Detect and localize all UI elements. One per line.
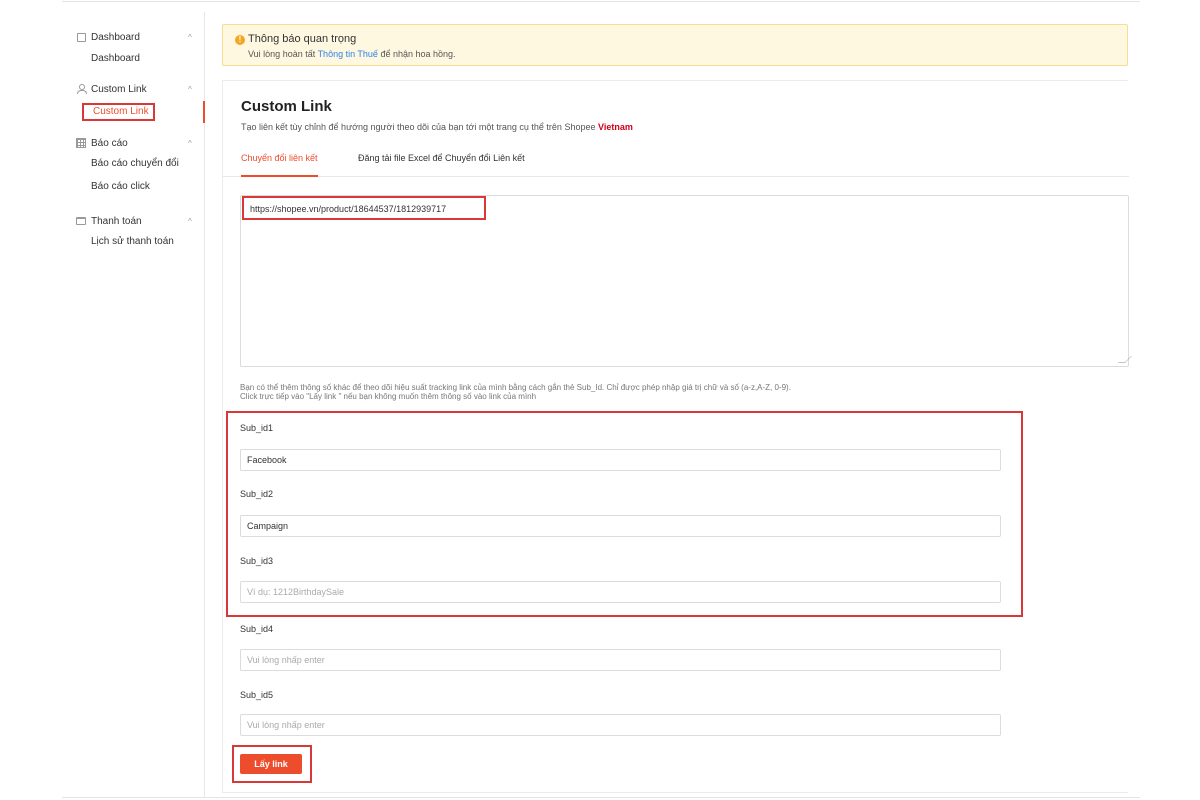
sub-id1-input[interactable]: Facebook [240, 449, 1001, 471]
chevron-up-icon: ^ [188, 32, 192, 42]
sidebar-item-custom-link[interactable]: Custom Link [82, 103, 155, 121]
sidebar-group-custom-link[interactable]: Custom Link ^ [76, 82, 192, 96]
hint-line-2: Click trực tiếp vào "Lấy link " nếu bạn … [240, 392, 537, 401]
sidebar-item-dashboard[interactable]: Dashboard [91, 52, 140, 66]
dashboard-icon [76, 32, 86, 42]
chevron-up-icon: ^ [188, 216, 192, 226]
tax-info-link[interactable]: Thông tin Thuế [318, 49, 378, 59]
top-divider [62, 1, 1140, 2]
custom-link-panel: Custom Link Tạo liên kết tùy chỉnh để hư… [222, 80, 1132, 793]
page-subtitle: Tạo liên kết tùy chỉnh để hướng người th… [241, 122, 633, 132]
sub-id4-label: Sub_id4 [240, 624, 274, 634]
sub-id-hint: Bạn có thể thêm thông số khác để theo dõ… [240, 383, 791, 401]
brand-label: Vietnam [597, 122, 633, 132]
url-textarea[interactable]: https://shopee.vn/product/18644537/18129… [240, 195, 1132, 367]
sub-id1-label: Sub_id1 [240, 423, 274, 433]
url-value: https://shopee.vn/product/18644537/18129… [242, 196, 486, 220]
sub-id3-input[interactable]: Ví dụ: 1212BirthdaySale [240, 581, 1001, 603]
page-title: Custom Link [241, 98, 332, 115]
sidebar-item-lich-su-thanh-toan[interactable]: Lịch sử thanh toán [91, 235, 174, 249]
sidebar-group-label: Thanh toán [91, 215, 142, 227]
sub-id4-input[interactable]: Vui lòng nhấp enter [240, 649, 1001, 671]
sidebar: Dashboard ^ Dashboard Custom Link ^ Cust… [62, 12, 205, 797]
chevron-up-icon: ^ [188, 84, 192, 94]
resize-handle-icon[interactable] [1118, 356, 1132, 363]
notice-description: Vui lòng hoàn tất Thông tin Thuế để nhận… [248, 49, 456, 59]
card-icon [76, 216, 86, 226]
tab-convert-link[interactable]: Chuyển đổi liên kết [241, 153, 318, 177]
sidebar-group-label: Custom Link [91, 83, 147, 95]
bottom-divider [62, 797, 1140, 798]
tab-upload-excel[interactable]: Đăng tải file Excel để Chuyển đổi Liên k… [358, 153, 525, 177]
active-indicator [203, 101, 205, 123]
sidebar-group-label: Dashboard [91, 31, 140, 43]
get-link-highlight: Lấy link [232, 745, 312, 783]
sub-id3-label: Sub_id3 [240, 556, 274, 566]
user-icon [76, 84, 87, 94]
notice-desc-suffix: để nhận hoa hồng. [377, 49, 456, 59]
calendar-icon [76, 138, 86, 148]
sidebar-item-bao-cao-click[interactable]: Báo cáo click [91, 180, 150, 194]
tab-bar: Chuyển đổi liên kết Đăng tải file Excel … [223, 143, 1129, 177]
sidebar-item-bao-cao-chuyen-doi[interactable]: Báo cáo chuyển đổi [91, 157, 179, 171]
sidebar-group-bao-cao[interactable]: Báo cáo ^ [76, 136, 192, 150]
sidebar-group-label: Báo cáo [91, 137, 128, 149]
warning-icon: ! [235, 35, 245, 45]
notice-title: Thông báo quan trọng [248, 33, 357, 45]
sub-id2-input[interactable]: Campaign [240, 515, 1001, 537]
important-notice: ! Thông báo quan trọng Vui lòng hoàn tất… [222, 24, 1128, 66]
get-link-button[interactable]: Lấy link [240, 754, 302, 774]
notice-desc-prefix: Vui lòng hoàn tất [248, 49, 318, 59]
hint-line-1: Bạn có thể thêm thông số khác để theo dõ… [240, 383, 791, 392]
sidebar-group-thanh-toan[interactable]: Thanh toán ^ [76, 214, 192, 228]
sub-id2-label: Sub_id2 [240, 489, 274, 499]
subtitle-text: Tạo liên kết tùy chỉnh để hướng người th… [241, 122, 598, 132]
sub-id5-label: Sub_id5 [240, 690, 274, 700]
sidebar-group-dashboard[interactable]: Dashboard ^ [76, 30, 192, 44]
sub-id5-input[interactable]: Vui lòng nhấp enter [240, 714, 1001, 736]
chevron-up-icon: ^ [188, 138, 192, 148]
